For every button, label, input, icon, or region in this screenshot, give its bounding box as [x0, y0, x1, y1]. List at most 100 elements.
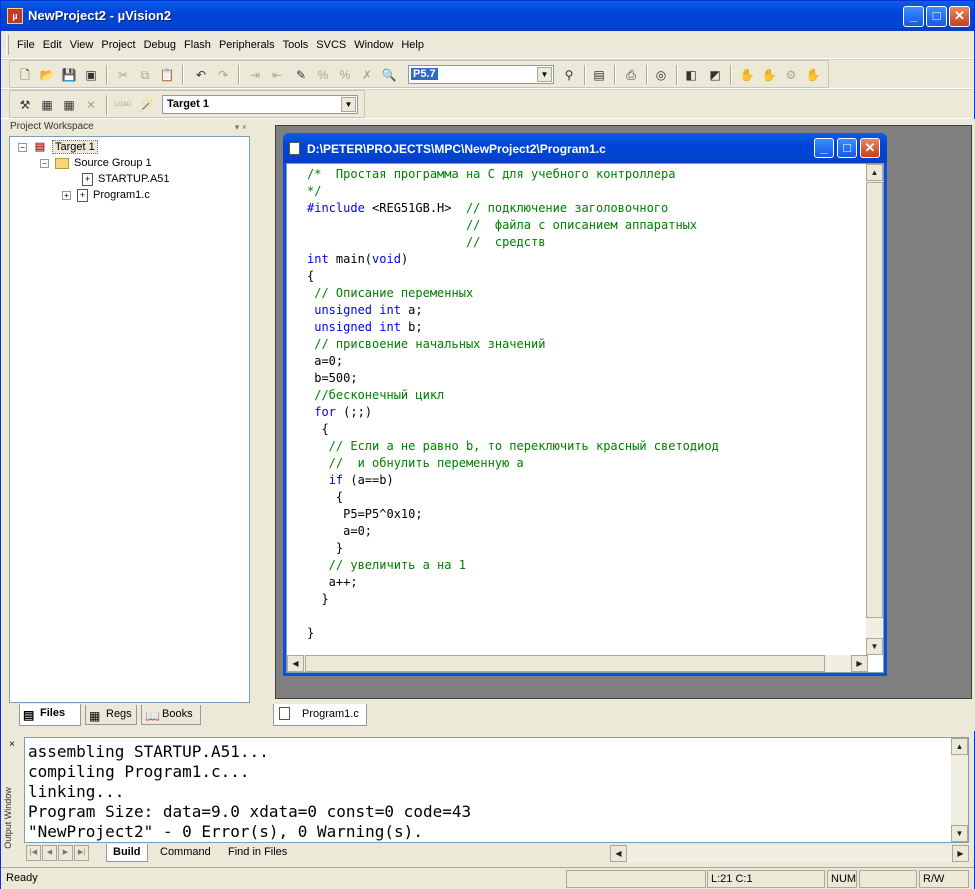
scroll-left-arrow-icon[interactable]: ◀	[287, 655, 304, 672]
output-text-area[interactable]: assembling STARTUP.A51... compiling Prog…	[24, 737, 969, 843]
code-line[interactable]: a++;	[307, 575, 358, 589]
stop-build-icon[interactable]: ✕	[82, 96, 100, 114]
workspace-controls[interactable]: ▾ ×	[235, 119, 247, 135]
tab-files[interactable]: ▤ Files	[19, 704, 81, 726]
find-binoculars-icon[interactable]: ⚲	[560, 66, 578, 84]
code-line[interactable]: if (a==b)	[307, 473, 394, 487]
code-line[interactable]: a=0;	[307, 524, 372, 538]
load-download-icon[interactable]: LOAD	[114, 96, 132, 114]
code-line[interactable]: // средств	[307, 235, 545, 249]
tree-item-target[interactable]: − ▤ Target 1	[18, 139, 98, 155]
code-line[interactable]: P5=P5^0x10;	[307, 507, 422, 521]
unindent-icon[interactable]: ⇤	[268, 66, 286, 84]
code-line[interactable]: int main(void)	[307, 252, 408, 266]
app-icon[interactable]: µ	[7, 8, 23, 24]
code-line[interactable]: */	[307, 184, 321, 198]
chevron-down-icon[interactable]: ▼	[537, 67, 552, 82]
chevron-down-icon[interactable]: ▼	[341, 97, 356, 112]
scroll-right-arrow-icon[interactable]: ▶	[952, 845, 969, 862]
save-all-icon[interactable]: ▣	[82, 66, 100, 84]
bookmark-prev-icon[interactable]: %	[336, 66, 354, 84]
collapse-icon[interactable]: −	[18, 142, 27, 152]
tree-item-file[interactable]: + STARTUP.A51	[82, 171, 170, 187]
scroll-down-arrow-icon[interactable]: ▼	[866, 638, 883, 655]
editor-maximize-button[interactable]: □	[837, 138, 857, 158]
code-line[interactable]: {	[307, 269, 314, 283]
translate-icon[interactable]: ⚒	[16, 96, 34, 114]
debug-start-icon[interactable]: ◎	[652, 66, 670, 84]
target-options-icon[interactable]: 🪄	[138, 96, 156, 114]
tab-command[interactable]: Command	[154, 844, 217, 862]
hand-search-icon[interactable]: ✋	[760, 66, 778, 84]
code-line[interactable]: a=0;	[307, 354, 343, 368]
editor-minimize-button[interactable]: _	[814, 138, 834, 158]
tree-item-group[interactable]: − Source Group 1	[40, 155, 152, 171]
code-line[interactable]: {	[307, 422, 328, 436]
menu-tools[interactable]: Tools	[283, 39, 309, 51]
workspace-toggle-icon[interactable]: ◧	[682, 66, 700, 84]
menu-grip[interactable]	[6, 35, 9, 55]
editor-vertical-scrollbar[interactable]: ▲ ▼	[866, 164, 883, 655]
copy-icon[interactable]: ⧉	[136, 66, 154, 84]
tab-find-in-files[interactable]: Find in Files	[222, 844, 293, 862]
code-line[interactable]: /* Простая программа на С для учебного к…	[307, 167, 675, 181]
code-line[interactable]: // увеличить а на 1	[307, 558, 466, 572]
menu-edit[interactable]: Edit	[43, 39, 62, 51]
code-line[interactable]: // и обнулить переменную а	[307, 456, 524, 470]
scroll-left-arrow-icon[interactable]: ◀	[610, 845, 627, 862]
editor-title-bar[interactable]: D:\PETER\PROJECTS\MPC\NewProject2\Progra…	[283, 133, 887, 163]
scroll-up-arrow-icon[interactable]: ▲	[951, 738, 968, 755]
scroll-thumb[interactable]	[866, 182, 883, 618]
project-tree[interactable]: − ▤ Target 1 − Source Group 1 + STARTUP.A51 …	[9, 136, 250, 703]
close-icon[interactable]: ×	[9, 739, 15, 750]
collapse-icon[interactable]: −	[40, 158, 49, 168]
source-code[interactable]: /* Простая программа на С для учебного к…	[307, 166, 719, 642]
code-line[interactable]: }	[307, 626, 314, 640]
open-folder-icon[interactable]: 📂	[38, 66, 56, 84]
tab-program1[interactable]: Program1.c	[273, 704, 367, 726]
menu-help[interactable]: Help	[401, 39, 424, 51]
editor-close-button[interactable]: ✕	[860, 138, 880, 158]
workspace-title-bar[interactable]: Project Workspace ▾ ×	[5, 119, 253, 135]
code-line[interactable]: {	[307, 490, 343, 504]
menu-debug[interactable]: Debug	[144, 39, 176, 51]
code-line[interactable]: // Описание переменных	[307, 286, 473, 300]
code-line[interactable]: unsigned int a;	[307, 303, 422, 317]
menu-svcs[interactable]: SVCS	[316, 39, 346, 51]
menu-window[interactable]: Window	[354, 39, 393, 51]
output-horizontal-scrollbar[interactable]: ◀ ▶	[610, 845, 969, 862]
next-tab-icon[interactable]: ▶	[58, 845, 73, 861]
build-target-icon[interactable]: ▦	[38, 96, 56, 114]
undo-icon[interactable]: ↶	[192, 66, 210, 84]
last-tab-icon[interactable]: ▶|	[74, 845, 89, 861]
code-line[interactable]: for (;;)	[307, 405, 372, 419]
menu-file[interactable]: File	[17, 39, 35, 51]
bookmark-clear-icon[interactable]: ✗	[358, 66, 376, 84]
tab-build[interactable]: Build	[106, 844, 148, 862]
code-line[interactable]: }	[307, 541, 343, 555]
code-line[interactable]: //бесконечный цикл	[307, 388, 444, 402]
code-editor[interactable]: /* Простая программа на С для учебного к…	[286, 163, 884, 673]
bookmark-next-icon[interactable]: %	[314, 66, 332, 84]
print-icon[interactable]: ⎙	[622, 66, 640, 84]
code-line[interactable]: }	[307, 592, 328, 606]
bookmark-toggle-icon[interactable]: ✎	[292, 66, 310, 84]
scroll-down-arrow-icon[interactable]: ▼	[951, 825, 968, 842]
title-bar[interactable]: µ NewProject2 - µVision2 _ □ ✕	[1, 1, 974, 31]
output-vertical-scrollbar[interactable]: ▲ ▼	[951, 738, 968, 842]
scroll-right-arrow-icon[interactable]: ▶	[851, 655, 868, 672]
first-tab-icon[interactable]: |◀	[26, 845, 41, 861]
source-browser-icon[interactable]: ▤	[590, 66, 608, 84]
find-combo[interactable]: P5.7 ▼	[408, 65, 554, 84]
menu-view[interactable]: View	[70, 39, 94, 51]
scroll-up-arrow-icon[interactable]: ▲	[866, 164, 883, 181]
new-file-icon[interactable]: 🗋	[16, 66, 34, 84]
code-line[interactable]: unsigned int b;	[307, 320, 422, 334]
close-button[interactable]: ✕	[949, 6, 970, 27]
code-line[interactable]: // файла с описанием аппаратных	[307, 218, 697, 232]
indent-icon[interactable]: ⇥	[246, 66, 264, 84]
prev-tab-icon[interactable]: ◀	[42, 845, 57, 861]
menu-flash[interactable]: Flash	[184, 39, 211, 51]
editor-horizontal-scrollbar[interactable]: ◀ ▶	[287, 655, 868, 672]
code-line[interactable]: #include <REG51GB.H> // подключение заго…	[307, 201, 668, 215]
